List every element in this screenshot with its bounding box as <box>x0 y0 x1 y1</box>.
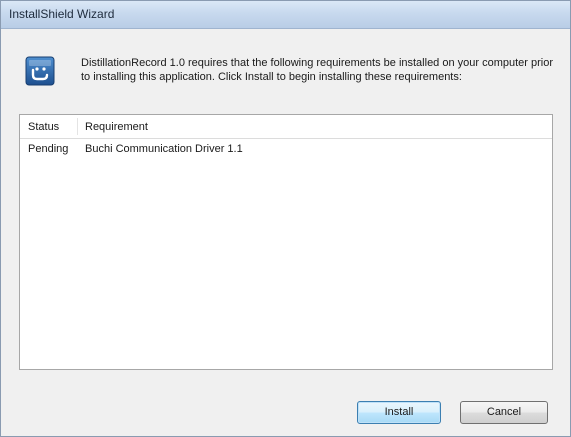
list-item[interactable]: Pending Buchi Communication Driver 1.1 <box>20 140 552 158</box>
list-header: Status Requirement <box>20 115 552 139</box>
requirements-message: DistillationRecord 1.0 requires that the… <box>81 57 554 83</box>
cancel-button[interactable]: Cancel <box>460 401 548 424</box>
installer-icon-graphic <box>25 56 55 86</box>
install-button[interactable]: Install <box>357 401 441 424</box>
window-title: InstallShield Wizard <box>9 7 115 21</box>
installer-icon <box>25 56 55 86</box>
column-header-status[interactable]: Status <box>28 121 59 133</box>
title-bar[interactable]: InstallShield Wizard <box>1 1 570 29</box>
status-cell: Pending <box>28 143 69 155</box>
column-separator[interactable] <box>77 118 78 135</box>
column-header-requirement[interactable]: Requirement <box>85 121 148 133</box>
installshield-dialog: InstallShield Wizard DistillationRecord … <box>0 0 571 437</box>
requirement-cell: Buchi Communication Driver 1.1 <box>85 143 243 155</box>
requirements-list[interactable]: Status Requirement Pending Buchi Communi… <box>19 114 553 370</box>
